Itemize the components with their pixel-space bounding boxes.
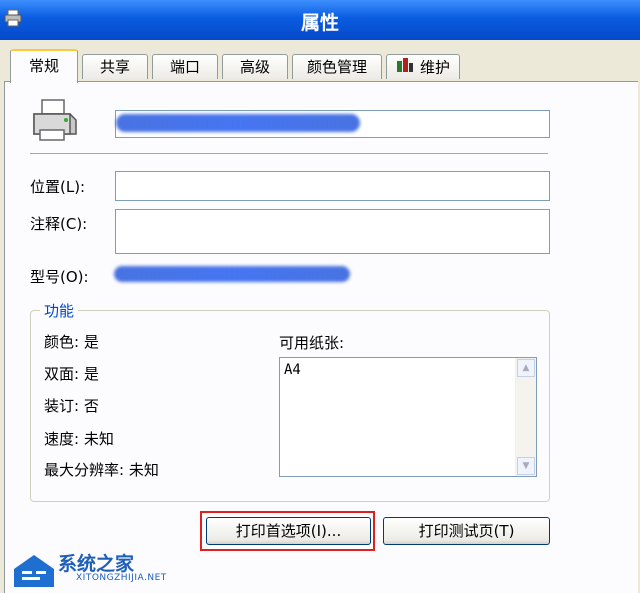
location-label: 位置(L): xyxy=(30,178,86,196)
printer-icon xyxy=(33,99,77,141)
watermark-url: XITONGZHIJIA.NET xyxy=(76,573,167,583)
watermark-brand: 系统之家 xyxy=(58,553,135,575)
title-bar[interactable]: 属性 xyxy=(0,0,640,40)
paper-listbox[interactable]: A4 ▲ ▼ xyxy=(279,357,537,477)
tab-maintenance-label: 维护 xyxy=(419,58,450,77)
maintenance-icon xyxy=(396,55,414,81)
separator xyxy=(30,153,548,157)
print-test-page-button[interactable]: 打印测试页(T) xyxy=(383,517,550,545)
feature-max-resolution: 最大分辨率: 未知 xyxy=(44,461,159,479)
model-label: 型号(O): xyxy=(30,268,89,286)
tab-advanced[interactable]: 高级 xyxy=(222,54,288,79)
window-title: 属性 xyxy=(300,12,339,34)
tab-strip: 常规 共享 端口 高级 颜色管理 维护 xyxy=(0,40,640,84)
list-item[interactable]: A4 xyxy=(284,362,301,378)
tab-maintenance[interactable]: 维护 xyxy=(386,54,460,79)
tab-sharing[interactable]: 共享 xyxy=(82,54,148,79)
location-field[interactable] xyxy=(115,171,550,201)
listbox-scrollbar[interactable]: ▲ ▼ xyxy=(515,358,536,476)
feature-color: 颜色: 是 xyxy=(44,333,99,351)
highlight-box xyxy=(200,511,375,551)
tab-ports[interactable]: 端口 xyxy=(152,54,218,79)
tab-color-management[interactable]: 颜色管理 xyxy=(292,54,382,79)
features-title: 功能 xyxy=(40,300,79,321)
comment-label: 注释(C): xyxy=(30,215,88,233)
feature-duplex: 双面: 是 xyxy=(44,365,99,383)
scroll-up-icon[interactable]: ▲ xyxy=(517,359,535,377)
paper-label: 可用纸张: xyxy=(279,334,345,352)
scroll-down-icon[interactable]: ▼ xyxy=(517,457,535,475)
feature-staple: 装订: 否 xyxy=(44,397,99,415)
tab-general[interactable]: 常规 xyxy=(10,49,78,83)
printer-name-redacted xyxy=(116,114,360,132)
model-value-redacted xyxy=(114,266,350,282)
feature-speed: 速度: 未知 xyxy=(44,430,114,448)
comment-field[interactable] xyxy=(115,209,550,254)
